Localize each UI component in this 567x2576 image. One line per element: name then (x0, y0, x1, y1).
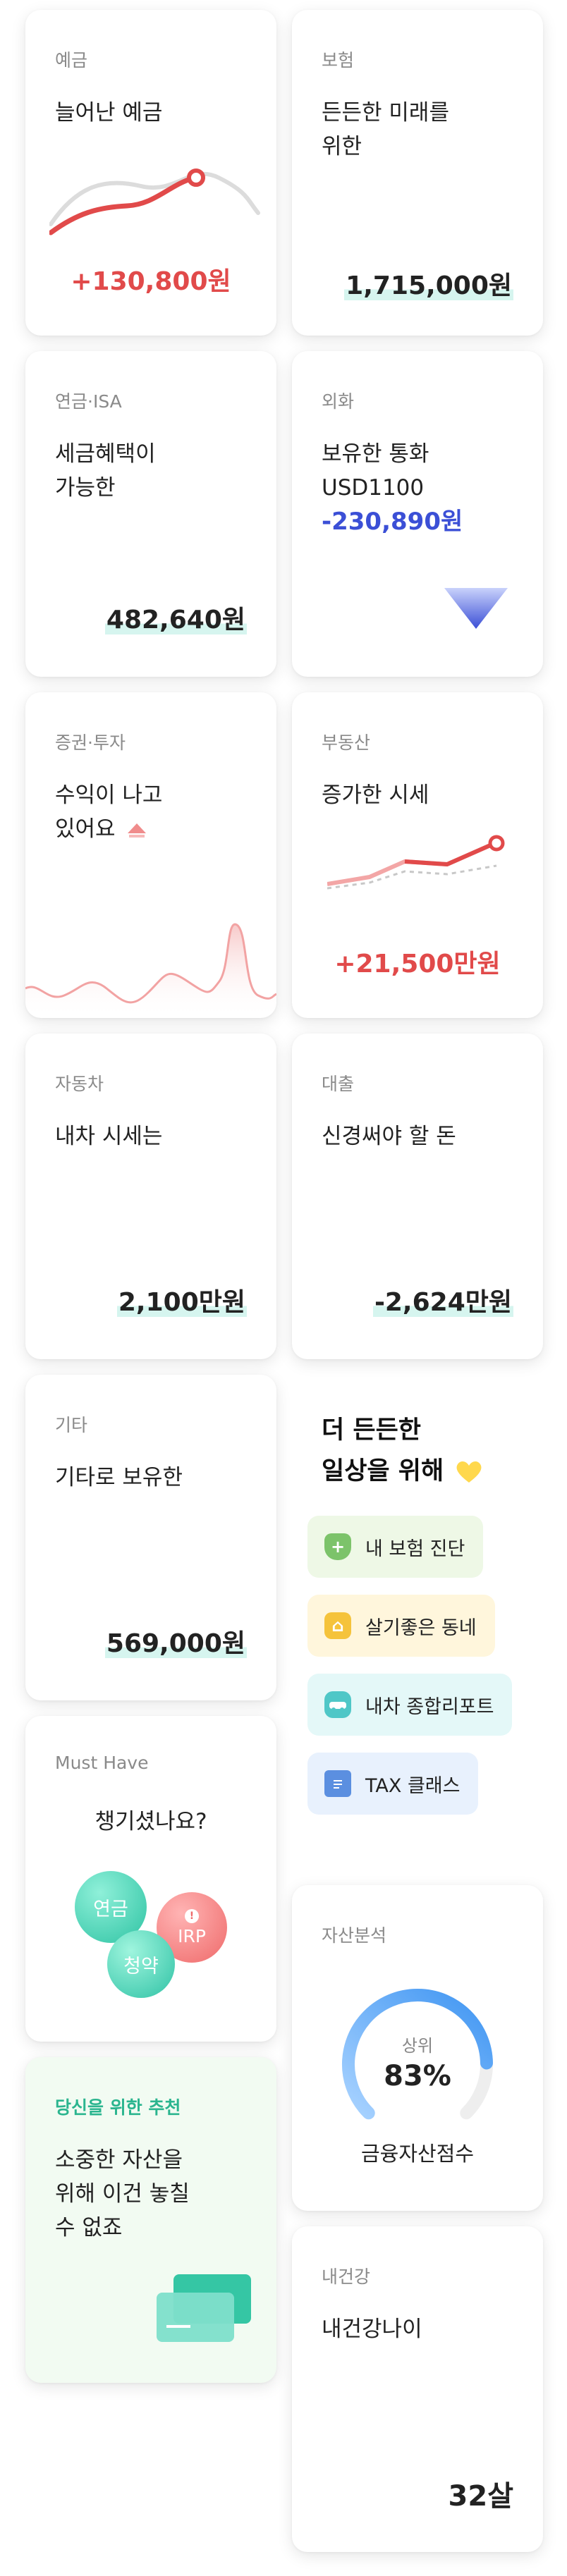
musthave-card[interactable]: Must Have 챙기셨나요? 연금 ! IRP 청약 (25, 1716, 276, 2042)
insurance-desc: 든든한 미래를 위한 (322, 100, 449, 159)
car-card[interactable]: 자동차 내차 시세는 2,100만원 (25, 1034, 276, 1359)
menu-insurance-diagnosis[interactable]: + 내 보험 진단 (307, 1516, 484, 1578)
menu-label: TAX 클래스 (365, 1774, 461, 1797)
realestate-category: 부동산 (322, 732, 371, 753)
etc-amount: 569,000원 (104, 1629, 247, 1658)
yellow-heart-icon (456, 1461, 482, 1483)
forex-desc: 보유한 통화 USD1100 -230,890원 (322, 437, 463, 539)
receipt-icon (324, 1770, 351, 1797)
pension-card[interactable]: 연금·ISA 세금혜택이 가능한 482,640원 (25, 351, 276, 677)
realestate-amount: +21,500만원 (334, 950, 501, 979)
forex-amount: -230,890원 (322, 508, 463, 536)
deposit-category: 예금 (55, 50, 88, 70)
deposit-trend-chart (49, 168, 260, 235)
car-desc: 내차 시세는 (55, 1124, 163, 1149)
etc-desc: 기타로 보유한 (55, 1465, 183, 1490)
shield-plus-icon: + (324, 1533, 351, 1560)
alert-icon: ! (185, 1908, 199, 1923)
pension-desc: 세금혜택이 가능한 (55, 441, 156, 501)
musthave-question: 챙기셨나요? (94, 1809, 207, 1834)
etc-category: 기타 (55, 1415, 88, 1435)
stock-desc: 수익이 나고 있어요 (55, 783, 163, 842)
car-icon (324, 1691, 351, 1718)
health-desc: 내건강나이 (322, 2317, 422, 2342)
house-icon: ⌂ (324, 1612, 351, 1639)
stock-card[interactable]: 증권·투자 수익이 나고 있어요 (25, 692, 276, 1018)
stock-category: 증권·투자 (55, 732, 126, 753)
bubble-subscription[interactable]: 청약 (107, 1930, 175, 1998)
menu-good-neighborhood[interactable]: ⌂ 살기좋은 동네 (307, 1595, 495, 1657)
pension-amount: 482,640원 (104, 606, 247, 634)
deposit-desc: 늘어난 예금 (55, 100, 163, 125)
insurance-amount: 1,715,000원 (344, 271, 513, 300)
loan-category: 대출 (322, 1074, 355, 1094)
menu-label: 내 보험 진단 (365, 1538, 465, 1560)
insurance-card[interactable]: 보험 든든한 미래를 위한 1,715,000원 (292, 10, 543, 336)
up-arrow-icon (128, 823, 147, 838)
score-label: 금융자산점수 (360, 2142, 475, 2166)
rank-percent: 83% (384, 2060, 451, 2092)
etc-card[interactable]: 기타 기타로 보유한 569,000원 (25, 1375, 276, 1700)
musthave-category: Must Have (55, 1753, 149, 1773)
menu-car-report[interactable]: 내차 종합리포트 (307, 1674, 513, 1736)
pension-category: 연금·ISA (55, 391, 122, 412)
car-amount: 2,100만원 (116, 1288, 247, 1317)
card-stack-icon (25, 2057, 276, 2383)
health-age: 32살 (448, 2480, 513, 2513)
realestate-card[interactable]: 부동산 증가한 시세 +21,500만원 (292, 692, 543, 1018)
forex-category: 외화 (322, 391, 355, 412)
insurance-category: 보험 (322, 50, 355, 70)
deposit-amount: +130,800원 (71, 267, 231, 296)
realestate-desc: 증가한 시세 (322, 783, 429, 808)
down-triangle-icon (444, 588, 508, 629)
menu-label: 내차 종합리포트 (365, 1695, 494, 1718)
deposit-card[interactable]: 예금 늘어난 예금 +130,800원 (25, 10, 276, 336)
car-category: 자동차 (55, 1074, 104, 1094)
analysis-card[interactable]: 자산분석 상위 83% 금융자산점수 (292, 1885, 543, 2211)
menu-tax-class[interactable]: TAX 클래스 (307, 1753, 479, 1815)
analysis-category: 자산분석 (322, 1925, 387, 1946)
loan-desc: 신경써야 할 돈 (322, 1124, 456, 1149)
side-title: 더 든든한 일상을 위해 (322, 1410, 483, 1492)
forex-card[interactable]: 외화 보유한 통화 USD1100 -230,890원 (292, 351, 543, 677)
rank-label: 상위 (401, 2036, 434, 2056)
health-category: 내건강 (322, 2267, 371, 2287)
stock-wave-chart (25, 923, 276, 1018)
realestate-trend-chart (327, 835, 505, 890)
loan-amount: -2,624만원 (372, 1288, 513, 1317)
recommend-card[interactable]: 당신을 위한 추천 소중한 자산을 위해 이건 놓칠 수 없죠 (25, 2057, 276, 2383)
health-card[interactable]: 내건강 내건강나이 32살 (292, 2226, 543, 2552)
menu-label: 살기좋은 동네 (365, 1617, 477, 1639)
loan-card[interactable]: 대출 신경써야 할 돈 -2,624만원 (292, 1034, 543, 1359)
